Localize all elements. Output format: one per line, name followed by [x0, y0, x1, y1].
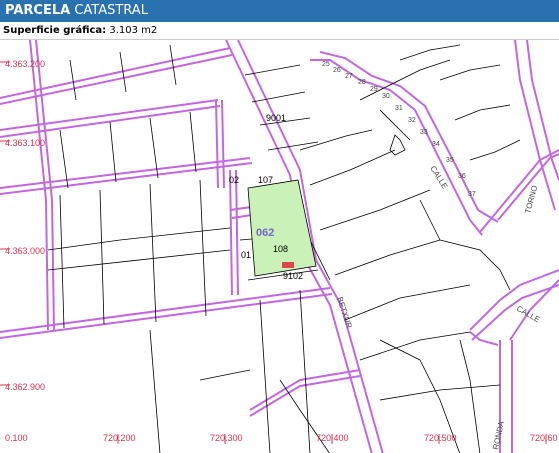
x-label-5: 720.500 — [424, 433, 457, 443]
ref-top: 9001 — [266, 113, 286, 123]
y-label-3: 4.363.000 — [5, 246, 45, 256]
x-label-3: 720.300 — [210, 433, 243, 443]
x-label-2: 720.200 — [103, 433, 136, 443]
surface-label: Superficie gráfica: — [3, 25, 107, 36]
ref-left-bottom: 01 — [241, 250, 251, 260]
surface-info: Superficie gráfica: 3.103 m2 — [0, 22, 559, 39]
y-label-4: 4.362.900 — [5, 382, 45, 392]
svg-text:31: 31 — [395, 105, 403, 112]
subparcel-north: 107 — [258, 175, 273, 185]
svg-text:37: 37 — [468, 191, 476, 198]
street-right-a: CALLE — [515, 304, 541, 324]
map-canvas[interactable]: 25 26 27 28 29 30 31 32 33 34 35 36 37 0… — [0, 40, 559, 453]
x-coordinates: 0.100 720.200 720.300 720.400 720.500 72… — [5, 433, 558, 443]
svg-text:33: 33 — [420, 129, 428, 136]
street-ne-a: CALLE — [428, 164, 449, 190]
svg-text:25: 25 — [322, 61, 330, 68]
svg-text:27: 27 — [345, 73, 353, 80]
y-coordinates: 4.363.200 4.363.100 4.363.000 4.362.900 — [5, 59, 45, 392]
title-bar: PARCELA CATASTRAL — [0, 0, 559, 22]
y-label-2: 4.363.100 — [5, 138, 45, 148]
cadastral-map[interactable]: 25 26 27 28 29 30 31 32 33 34 35 36 37 0… — [0, 39, 559, 453]
svg-text:30: 30 — [382, 93, 390, 100]
svg-text:32: 32 — [408, 117, 416, 124]
svg-text:29: 29 — [370, 86, 378, 93]
svg-text:34: 34 — [432, 141, 440, 148]
subparcel-main: 108 — [273, 244, 288, 254]
parcel-code: 062 — [256, 227, 274, 239]
y-label-1: 4.363.200 — [5, 59, 45, 69]
svg-text:35: 35 — [446, 157, 454, 164]
svg-text:36: 36 — [458, 173, 466, 180]
surface-value: 3.103 m2 — [109, 25, 158, 36]
svg-text:28: 28 — [358, 79, 366, 86]
title-bold: PARCELA — [5, 3, 71, 18]
svg-text:26: 26 — [333, 67, 341, 74]
ref-left-top: 02 — [229, 175, 239, 185]
title-rest: CATASTRAL — [74, 3, 148, 18]
x-label-1: 0.100 — [5, 433, 28, 443]
x-label-6: 720.60 — [530, 433, 558, 443]
street-main: BETXUR — [335, 296, 354, 330]
parcel-marker — [282, 262, 294, 268]
street-bottom-right: RONDA — [491, 420, 506, 451]
street-ne-b: TORNO — [523, 184, 539, 214]
ref-bottom: 9102 — [283, 271, 303, 281]
